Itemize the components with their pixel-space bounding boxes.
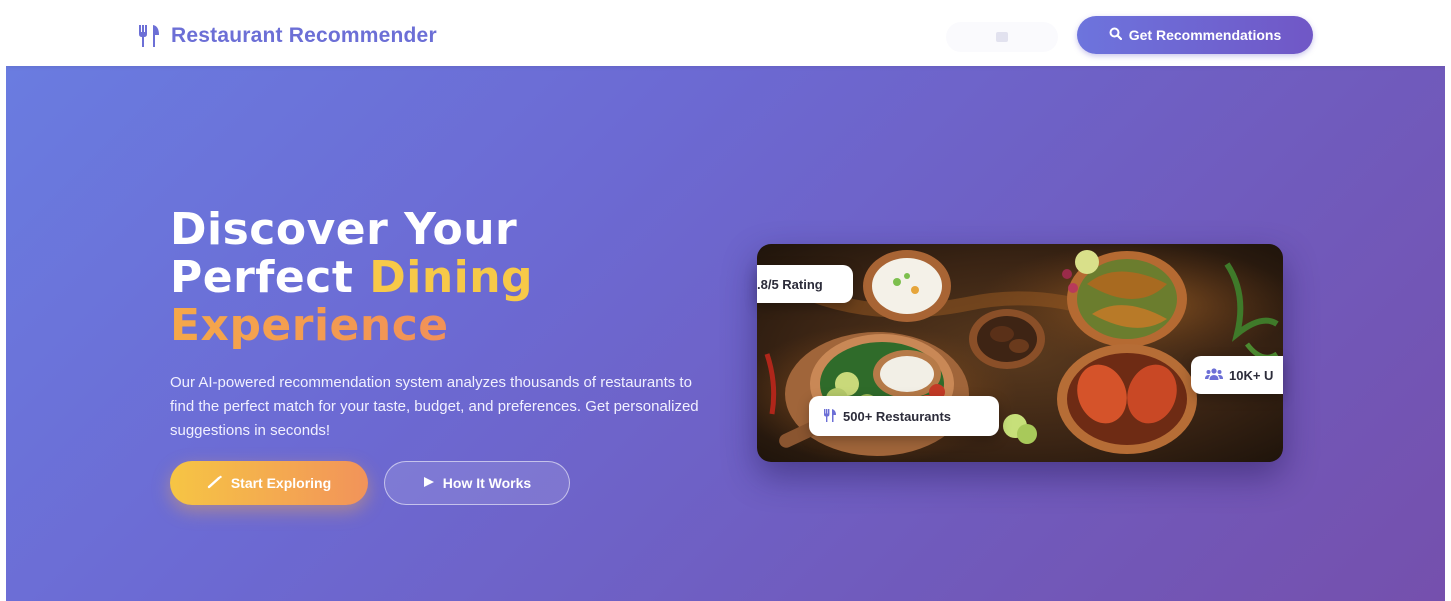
users-count-badge: 10K+ U <box>1191 356 1283 394</box>
headline-line-1: Discover Your <box>170 204 518 255</box>
brand-name: Restaurant Recommender <box>171 24 437 47</box>
how-it-works-label: How It Works <box>442 475 532 491</box>
hero-section: Discover Your Perfect Dining Experience … <box>6 66 1445 601</box>
headline-line-3: Experience <box>170 302 533 350</box>
nav-link-faded[interactable] <box>946 22 1058 52</box>
headline-line-2: Perfect Dining <box>170 254 533 302</box>
utensils-icon <box>137 24 163 48</box>
start-exploring-label: Start Exploring <box>230 475 332 491</box>
how-it-works-button[interactable]: How It Works <box>384 461 570 505</box>
rating-badge-text: .8/5 Rating <box>757 276 823 292</box>
get-recommendations-button[interactable]: Get Recommendations <box>1077 16 1313 54</box>
rating-badge: .8/5 Rating <box>757 265 853 303</box>
restaurants-count-badge: 500+ Restaurants <box>809 396 999 436</box>
headline-word-dining: Dining <box>369 252 534 303</box>
headline-word-perfect: Perfect <box>170 252 370 303</box>
play-icon <box>423 475 435 491</box>
start-exploring-button[interactable]: Start Exploring <box>170 461 368 505</box>
hero-headline: Discover Your Perfect Dining Experience <box>170 206 533 350</box>
get-recommendations-label: Get Recommendations <box>1128 27 1282 43</box>
search-icon <box>1109 27 1122 43</box>
utensils-icon <box>823 408 837 425</box>
magic-wand-icon <box>207 475 223 492</box>
users-count-text: 10K+ U <box>1229 367 1274 383</box>
restaurants-count-text: 500+ Restaurants <box>843 408 952 424</box>
page-frame: Restaurant Recommender Get Recommendatio… <box>6 6 1445 601</box>
list-icon <box>996 32 1008 42</box>
top-navbar: Restaurant Recommender Get Recommendatio… <box>6 6 1445 66</box>
hero-subtitle: Our AI-powered recommendation system ana… <box>170 374 699 439</box>
brand-logo[interactable]: Restaurant Recommender <box>137 20 437 52</box>
users-icon <box>1205 367 1223 384</box>
